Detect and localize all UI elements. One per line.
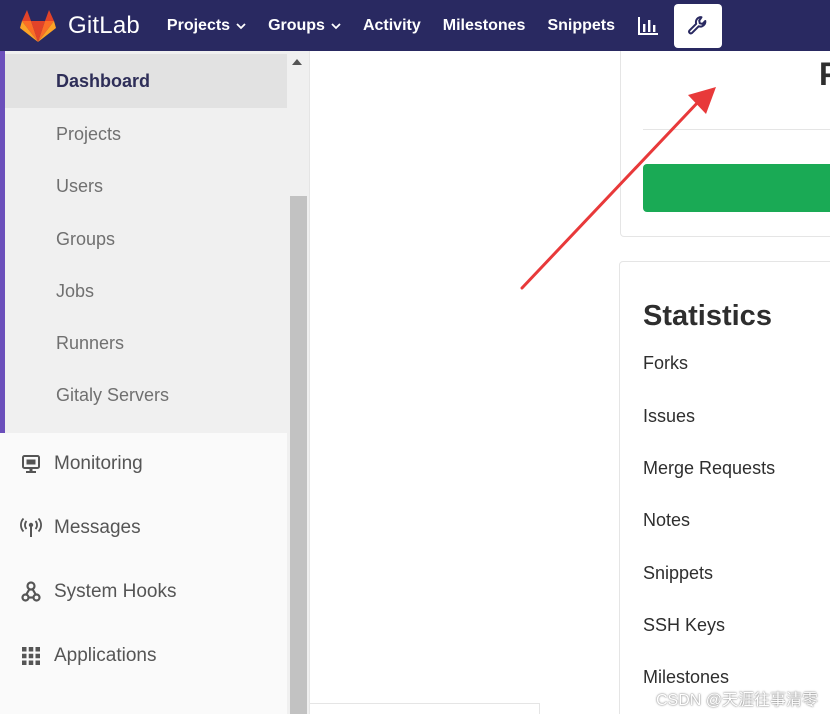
card-divider: [643, 129, 830, 130]
nav-groups-dropdown[interactable]: Groups: [257, 0, 352, 51]
stat-row-milestones: Milestones: [643, 667, 730, 687]
overview-submenu: Dashboard Projects Users Groups Jobs Run…: [0, 51, 287, 433]
sidebar-item-system-hooks[interactable]: System Hooks: [20, 581, 176, 603]
nav-projects-label: Projects: [166, 16, 231, 34]
scroll-up-arrow-icon[interactable]: [292, 59, 302, 65]
top-navbar: GitLab Projects Groups Activity Mileston…: [0, 0, 830, 51]
sidebar-item-gitaly-servers[interactable]: Gitaly Servers: [56, 385, 169, 406]
brand-name: GitLab: [68, 11, 140, 39]
stat-row-notes: Notes: [643, 510, 691, 530]
chevron-down-icon: [236, 22, 246, 29]
sidebar-item-runners[interactable]: Runners: [56, 333, 124, 354]
main-nav: Projects Groups Activity Milestones Snip…: [156, 0, 722, 51]
nav-milestones-link[interactable]: Milestones: [432, 0, 537, 51]
nav-snippets-link[interactable]: Snippets: [536, 0, 626, 51]
bottom-panel-edge: [310, 703, 540, 714]
sidebar-item-monitoring[interactable]: Monitoring: [20, 453, 143, 475]
sidebar-item-applications-label: Applications: [54, 645, 157, 666]
sidebar-item-system-hooks-label: System Hooks: [54, 581, 177, 602]
sidebar-item-groups[interactable]: Groups: [56, 229, 115, 250]
green-action-button[interactable]: [643, 164, 830, 212]
sidebar-item-jobs[interactable]: Jobs: [56, 281, 94, 302]
sidebar-item-users[interactable]: Users: [56, 176, 103, 197]
sidebar-item-applications[interactable]: Applications: [20, 645, 156, 667]
nav-snippets-label: Snippets: [547, 16, 615, 34]
sidebar-item-monitoring-label: Monitoring: [54, 453, 143, 474]
activity-chart-link[interactable]: [626, 0, 670, 51]
stat-row-merge-requests: Merge Requests: [643, 458, 776, 478]
gitlab-home-link[interactable]: GitLab: [20, 0, 140, 51]
nav-milestones-label: Milestones: [442, 16, 526, 34]
top-info-card: P: [620, 51, 830, 237]
sidebar-item-projects[interactable]: Projects: [56, 124, 121, 145]
admin-sidebar: Dashboard Projects Users Groups Jobs Run…: [0, 51, 310, 714]
chevron-down-icon: [331, 22, 341, 29]
monitor-icon: [20, 453, 42, 475]
nav-projects-dropdown[interactable]: Projects: [156, 0, 257, 51]
statistics-card: Statistics Forks Issues Merge Requests N…: [619, 261, 830, 714]
stat-row-issues: Issues: [643, 406, 696, 426]
hook-icon: [20, 581, 42, 603]
stat-row-snippets: Snippets: [643, 563, 714, 583]
wrench-icon: [688, 15, 707, 34]
admin-area-button[interactable]: [674, 3, 722, 48]
nav-activity-link[interactable]: Activity: [352, 0, 432, 51]
sidebar-item-dashboard[interactable]: Dashboard: [56, 71, 150, 92]
gitlab-tanuki-icon: [20, 9, 56, 43]
stat-row-forks: Forks: [643, 353, 688, 373]
grid-icon: [20, 645, 42, 667]
sidebar-scrollbar-thumb[interactable]: [290, 196, 307, 714]
stat-row-ssh-keys: SSH Keys: [643, 615, 726, 635]
sidebar-item-messages-label: Messages: [54, 517, 141, 538]
card-heading: P: [819, 56, 830, 92]
sidebar-item-messages[interactable]: Messages: [20, 517, 141, 539]
nav-groups-label: Groups: [268, 16, 325, 34]
chart-bar-icon: [638, 16, 658, 35]
nav-activity-label: Activity: [362, 16, 421, 34]
broadcast-icon: [20, 517, 42, 539]
statistics-title: Statistics: [643, 300, 772, 332]
watermark: CSDN @天涯往事清零: [655, 692, 818, 709]
